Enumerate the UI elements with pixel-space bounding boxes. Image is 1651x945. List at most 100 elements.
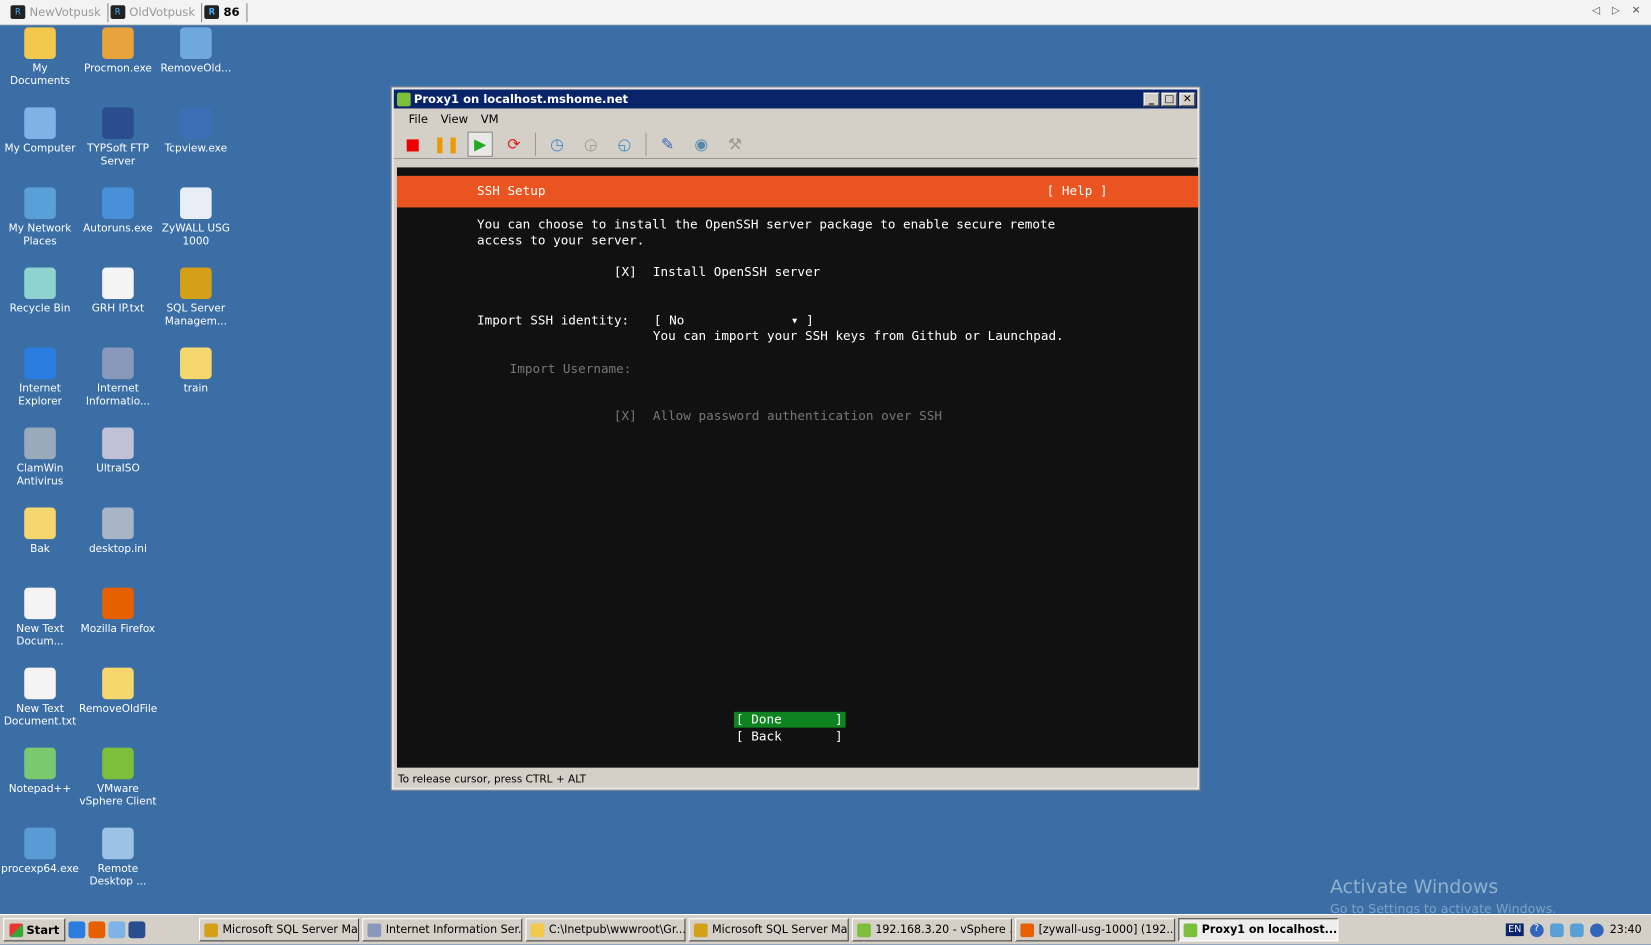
task-app-icon	[694, 922, 708, 937]
desktop-icon-label: RemoveOld...	[160, 63, 232, 75]
vsphere-icon	[396, 92, 411, 106]
import-identity-dropdown[interactable]: [ No ▾ ]	[654, 313, 814, 328]
app-icon	[102, 747, 134, 780]
network-icon[interactable]	[1549, 922, 1564, 937]
desktop-icon[interactable]: New Text Document.txt	[1, 665, 79, 728]
menu-vm[interactable]: VM	[481, 112, 499, 126]
desktop-icon[interactable]: Bak	[1, 505, 79, 556]
install-openssh-checkbox[interactable]: [X]	[614, 264, 637, 279]
app-icon	[24, 347, 56, 380]
menu-bar: File View VM	[394, 108, 1197, 129]
desktop-icon[interactable]: Remote Desktop ...	[79, 826, 157, 889]
desktop-icon-label: ZyWALL USG 1000	[161, 223, 230, 248]
start-button[interactable]: Start	[3, 918, 66, 942]
desktop-icon[interactable]: RemoveOldFile	[79, 665, 157, 716]
app-icon	[102, 587, 134, 620]
menu-view[interactable]: View	[441, 112, 468, 126]
desktop-icon[interactable]: ZyWALL USG 1000	[157, 185, 235, 248]
activate-windows-title: Activate Windows	[1329, 876, 1499, 899]
maximize-button[interactable]: □	[1161, 92, 1178, 106]
desktop-icon[interactable]: RemoveOld...	[157, 25, 235, 76]
done-button[interactable]: [ Done ]	[733, 711, 846, 728]
desktop-icon[interactable]: Internet Informatio...	[79, 345, 157, 408]
app-icon	[24, 747, 56, 780]
back-button[interactable]: [ Back ]	[734, 729, 846, 745]
desktop-icon[interactable]: train	[157, 345, 235, 396]
window-titlebar[interactable]: Proxy1 on localhost.mshome.net _ □ ✕	[393, 89, 1198, 109]
quicklaunch-firefox-icon[interactable]	[88, 921, 106, 939]
desktop-icon[interactable]: ClamWin Antivirus	[1, 425, 79, 488]
pause-icon[interactable]: ❚❚	[433, 131, 459, 156]
app-icon	[180, 27, 212, 59]
taskbar-button[interactable]: Microsoft SQL Server Ma...	[688, 918, 850, 942]
desktop-icon[interactable]: My Documents	[1, 25, 79, 88]
network-icon-2[interactable]	[1569, 922, 1584, 937]
usb-icon[interactable]: ⚒	[722, 131, 747, 156]
desktop-icon[interactable]: VMware vSphere Client	[79, 746, 157, 809]
remote-tab-newvotpusk[interactable]: R NewVotpusk	[8, 2, 109, 22]
desktop-icon[interactable]: desktop.ini	[79, 505, 157, 556]
desktop-icon-label: ClamWin Antivirus	[16, 463, 64, 488]
app-icon	[24, 267, 56, 300]
help-icon[interactable]: ?	[1529, 922, 1544, 937]
password-auth-checkbox: [X]	[613, 408, 637, 424]
desktop-icon[interactable]: Internet Explorer	[1, 345, 79, 408]
help-button[interactable]: [ Help ]	[1047, 183, 1108, 198]
manage-snapshots-icon[interactable]: ◵	[612, 131, 637, 156]
desktop-icon-label: VMware vSphere Client	[79, 783, 157, 808]
globe-icon[interactable]	[1589, 922, 1604, 937]
remote-icon: R	[110, 5, 126, 19]
stop-icon[interactable]: ■	[400, 131, 425, 156]
desktop-icon[interactable]: New Text Docum...	[1, 585, 79, 648]
remote-tab-oldvotpusk[interactable]: R OldVotpusk	[108, 2, 203, 22]
edit-settings-icon[interactable]: ✎	[655, 131, 680, 156]
desktop-icon[interactable]: My Network Places	[1, 185, 79, 248]
task-app-icon	[531, 922, 545, 937]
desktop-icon[interactable]: Recycle Bin	[1, 265, 79, 316]
task-list: Microsoft SQL Server Ma... Internet Infor…	[199, 918, 1339, 942]
taskbar-button[interactable]: C:\Inetpub\wwwroot\Gr...	[525, 918, 686, 942]
language-indicator[interactable]: EN	[1506, 923, 1524, 937]
desktop-icon[interactable]: Tcpview.exe	[157, 105, 235, 156]
cd-dvd-icon[interactable]: ◉	[689, 131, 714, 156]
desktop-icon[interactable]: Mozilla Firefox	[79, 585, 157, 636]
quicklaunch-app-icon[interactable]	[128, 921, 146, 939]
desktop-icon[interactable]: UltraISO	[79, 425, 157, 476]
app-icon	[102, 347, 134, 380]
close-button[interactable]: ✕	[1179, 92, 1196, 106]
quicklaunch-ie-icon[interactable]	[68, 921, 86, 939]
taskbar-button[interactable]: Proxy1 on localhost....	[1178, 918, 1339, 942]
desktop-icon[interactable]: procexp64.exe	[1, 826, 79, 877]
menu-file[interactable]: File	[409, 112, 428, 126]
app-icon	[24, 427, 56, 460]
taskbar-button[interactable]: 192.168.3.20 - vSphere ...	[852, 918, 1013, 942]
desktop-icon-label: GRH IP.txt	[91, 303, 145, 315]
snapshot-icon[interactable]: ◷	[544, 131, 569, 156]
revert-icon[interactable]: ◶	[578, 131, 603, 156]
desktop-icon[interactable]: TYPSoft FTP Server	[79, 105, 157, 168]
tab-nav-controls[interactable]: ◁ ▷ ✕	[1592, 5, 1645, 17]
task-label: Proxy1 on localhost....	[1201, 923, 1339, 937]
desktop-icon-label: TYPSoft FTP Server	[86, 143, 149, 168]
quicklaunch-explorer-icon[interactable]	[108, 921, 126, 939]
desktop-icon[interactable]: GRH IP.txt	[79, 265, 157, 316]
play-icon[interactable]: ▶	[467, 131, 493, 157]
desktop-icon-label: New Text Docum...	[16, 623, 64, 648]
desktop-icon-label: Mozilla Firefox	[80, 623, 156, 635]
desktop-icon-label: UltraISO	[96, 463, 140, 475]
desktop-icon[interactable]: Notepad++	[1, 746, 79, 797]
remote-tab-86[interactable]: R 86	[202, 2, 247, 22]
taskbar-button[interactable]: Internet Information Ser...	[362, 918, 523, 942]
clock[interactable]: 23:40	[1610, 923, 1642, 936]
desktop-icon[interactable]: Autoruns.exe	[79, 185, 157, 236]
toolbar: ■ ❚❚ ▶ ⟳ ◷ ◶ ◵ ✎ ◉ ⚒	[393, 130, 1198, 160]
vm-console-screen[interactable]: SSH Setup [ Help ] You can choose to ins…	[396, 167, 1199, 768]
desktop-icon[interactable]: My Computer	[1, 105, 79, 156]
desktop-icon-label: Internet Explorer	[18, 383, 62, 408]
desktop-icon[interactable]: Procmon.exe	[79, 25, 157, 76]
minimize-button[interactable]: _	[1143, 92, 1160, 106]
reset-icon[interactable]: ⟳	[501, 131, 526, 156]
desktop-icon[interactable]: SQL Server Managem...	[157, 265, 235, 328]
taskbar-button[interactable]: [zywall-usg-1000] (192....	[1015, 918, 1176, 942]
taskbar-button[interactable]: Microsoft SQL Server Ma...	[199, 918, 360, 942]
